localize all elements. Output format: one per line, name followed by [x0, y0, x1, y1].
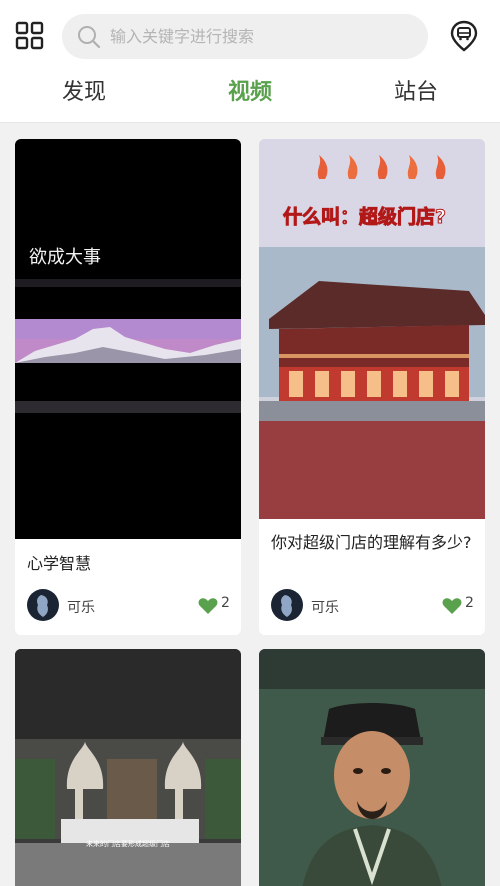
- search-icon: [78, 25, 101, 48]
- bus-stop-button[interactable]: [448, 20, 480, 52]
- video-thumbnail[interactable]: 欲成大事: [15, 139, 241, 539]
- grid-icon: [15, 21, 44, 50]
- heart-icon[interactable]: [442, 597, 462, 615]
- thumbnail-caption: 欲成大事: [29, 247, 101, 268]
- video-title: 你对超级门店的理解有多少?: [271, 533, 472, 552]
- video-card[interactable]: 未来的门店要形成超级门店: [15, 649, 241, 886]
- mountain-video-thumbnail: 欲成大事: [15, 139, 241, 539]
- video-card[interactable]: [259, 649, 485, 886]
- store-video-thumbnail: 什么叫：超级门店?: [259, 139, 485, 519]
- thumbnail-caption: 未来的门店要形成超级门店: [86, 839, 170, 848]
- video-thumbnail[interactable]: 什么叫：超级门店?: [259, 139, 485, 519]
- bus-stop-icon: [450, 20, 478, 52]
- video-card[interactable]: 什么叫：超级门店? 你对超级门店的理解有多少? 可乐 2: [259, 139, 485, 635]
- avatar-image: [271, 589, 303, 621]
- avatar[interactable]: [27, 589, 59, 621]
- video-card[interactable]: 欲成大事 心学智慧 可乐 2: [15, 139, 241, 635]
- grid-menu-button[interactable]: [14, 20, 46, 52]
- like-count: 2: [221, 595, 230, 611]
- video-thumbnail[interactable]: 未来的门店要形成超级门店: [15, 649, 241, 886]
- avatar-image: [27, 589, 59, 621]
- author-name: 可乐: [311, 600, 339, 616]
- search-input[interactable]: [110, 27, 410, 46]
- interior-video-thumbnail: 未来的门店要形成超级门店: [15, 649, 241, 886]
- top-bar: 发现 视频 站台: [0, 0, 500, 123]
- search-bar[interactable]: [62, 14, 428, 59]
- tab-bar: 发现 视频 站台: [0, 66, 500, 116]
- tab-discover[interactable]: 发现: [24, 74, 144, 106]
- video-feed[interactable]: 欲成大事 心学智慧 可乐 2 什么叫：超级门店? 你对超级门店的理解有多少? 可…: [0, 123, 500, 886]
- portrait-video-thumbnail: [259, 649, 485, 886]
- like-count: 2: [465, 595, 474, 611]
- video-thumbnail[interactable]: [259, 649, 485, 886]
- avatar[interactable]: [271, 589, 303, 621]
- video-title: 心学智慧: [27, 554, 92, 573]
- tab-station[interactable]: 站台: [356, 74, 476, 106]
- thumbnail-caption: 什么叫：超级门店?: [283, 205, 446, 228]
- tab-video[interactable]: 视频: [190, 74, 310, 106]
- author-name: 可乐: [67, 600, 95, 616]
- heart-icon[interactable]: [198, 597, 218, 615]
